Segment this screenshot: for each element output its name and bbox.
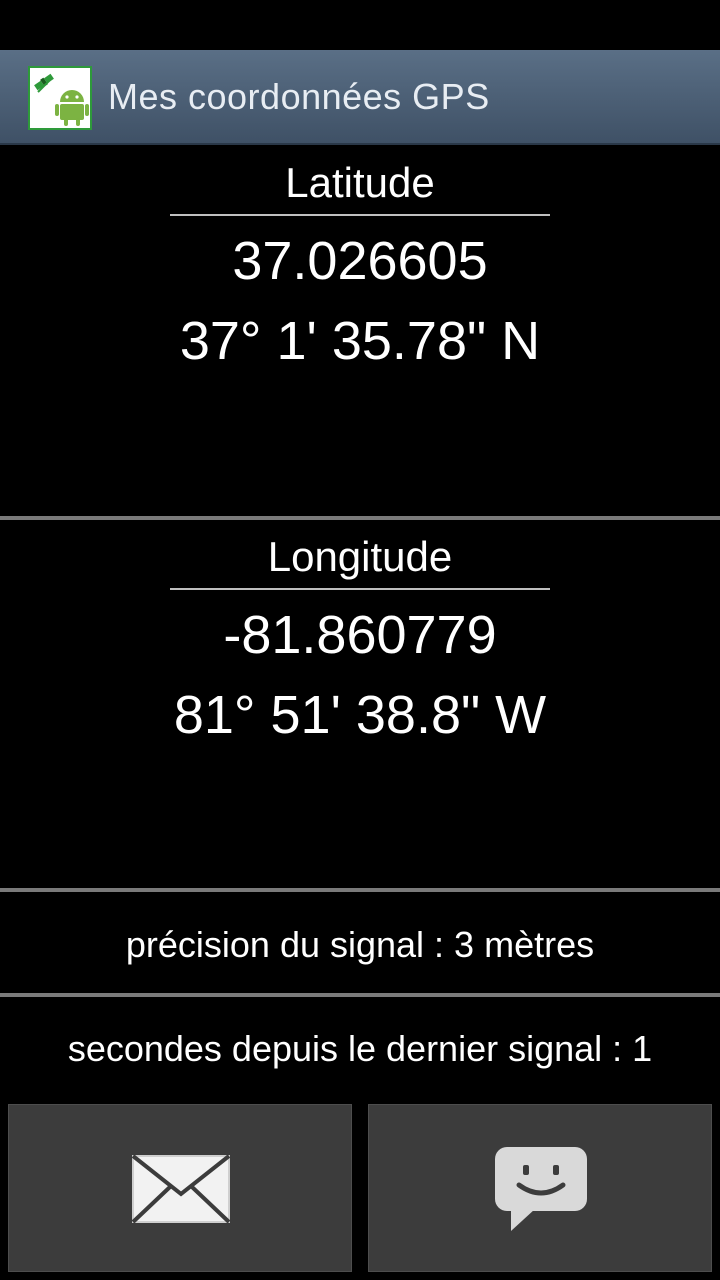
longitude-label: Longitude — [267, 533, 453, 580]
divider — [0, 516, 720, 520]
send-sms-button[interactable] — [368, 1104, 712, 1272]
precision-text: précision du signal : 3 mètres — [125, 924, 595, 965]
app-icon — [28, 66, 92, 130]
latitude-section: Latitude 37.026605 37° 1' 35.78" N — [0, 156, 720, 376]
app-title: Mes coordonnées GPS — [108, 76, 490, 117]
longitude-underline — [170, 588, 550, 590]
chat-bubble-smiley-icon — [495, 1147, 587, 1231]
longitude-dms: 81° 51' 38.8" W — [173, 685, 547, 745]
gps-android-icon — [34, 73, 89, 126]
latitude-decimal: 37.026605 — [232, 231, 488, 291]
action-bar: Mes coordonnées GPS — [0, 50, 720, 145]
divider — [0, 888, 720, 892]
divider — [0, 993, 720, 997]
status-bar — [0, 0, 720, 50]
envelope-icon — [131, 1154, 231, 1224]
longitude-section: Longitude -81.860779 81° 51' 38.8" W — [0, 530, 720, 750]
send-email-button[interactable] — [8, 1104, 352, 1272]
longitude-decimal: -81.860779 — [223, 605, 497, 665]
latitude-dms: 37° 1' 35.78" N — [179, 311, 541, 371]
latitude-underline — [170, 214, 550, 216]
latitude-label: Latitude — [285, 159, 435, 206]
seconds-since-signal-text: secondes depuis le dernier signal : 1 — [67, 1028, 653, 1069]
